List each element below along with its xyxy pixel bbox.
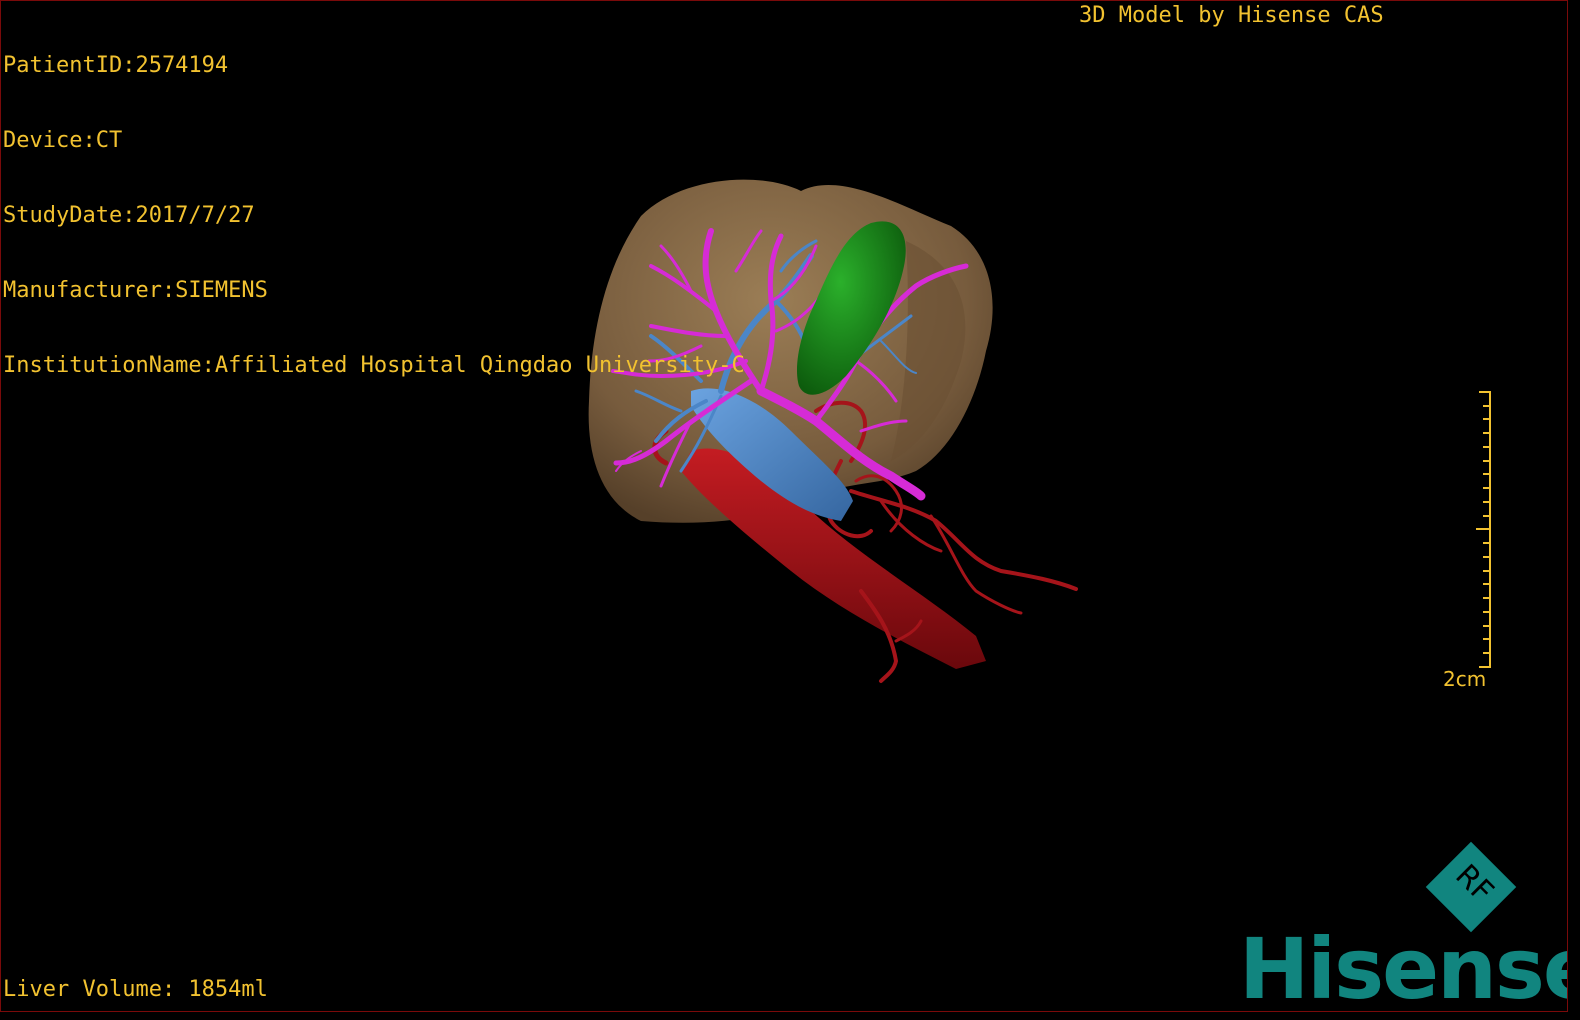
scale-bar <box>1476 391 1491 668</box>
institution-name: InstitutionName:Affiliated Hospital Qing… <box>3 353 745 378</box>
manufacturer: Manufacturer:SIEMENS <box>3 278 268 303</box>
patient-id: PatientID:2574194 <box>3 53 229 78</box>
study-date: StudyDate:2017/7/27 <box>3 203 255 228</box>
device: Device:CT <box>3 128 123 153</box>
scale-label: 2cm <box>1443 667 1487 691</box>
model-attribution: 3D Model by Hisense CAS <box>1079 3 1384 28</box>
liver-volume: Liver Volume: 1854ml <box>3 977 268 1002</box>
hisense-logo: Hisense <box>1239 920 1568 1012</box>
3d-viewport[interactable]: PatientID:2574194 Device:CT StudyDate:20… <box>0 0 1568 1012</box>
dicom-info-overlay: PatientID:2574194 Device:CT StudyDate:20… <box>3 3 745 428</box>
